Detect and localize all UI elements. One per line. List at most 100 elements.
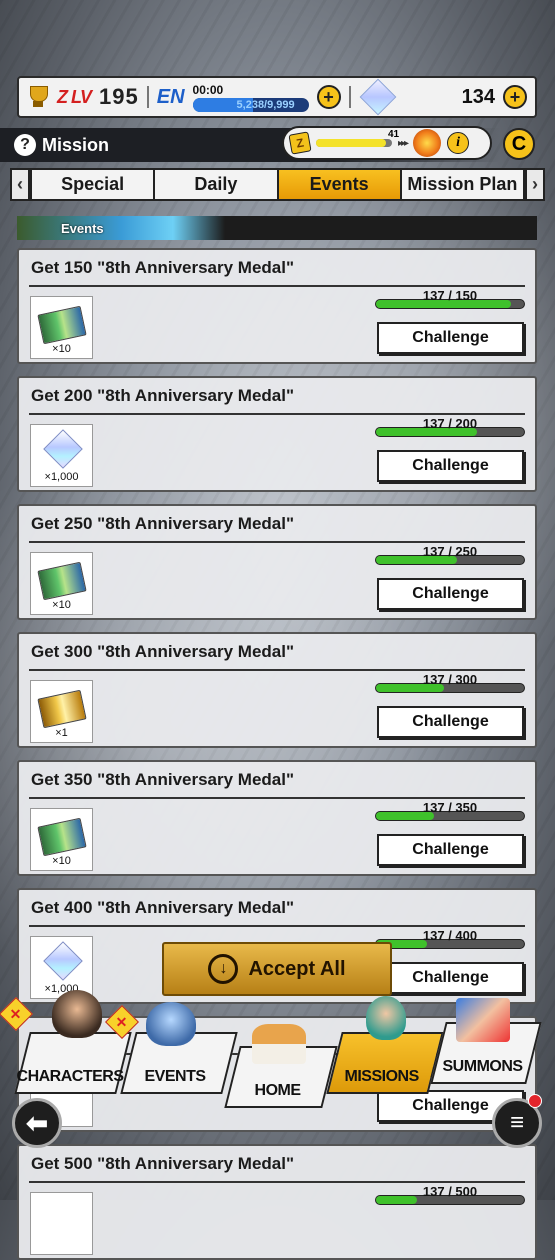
- house-icon: [252, 1024, 306, 1064]
- mission-card: Get 350 "8th Anniversary Medal" ×10 137 / …: [17, 760, 537, 876]
- divider: [29, 1181, 525, 1183]
- reward-quantity: ×1,000: [44, 471, 79, 483]
- player-level: 195: [99, 84, 139, 109]
- bulma-portrait: [366, 996, 406, 1040]
- summons-banner-art: [456, 998, 510, 1042]
- mission-title: Get 500 "8th Anniversary Medal": [31, 1154, 295, 1173]
- ticket-icon: [37, 817, 87, 857]
- level-prefix: Z LV: [57, 86, 92, 107]
- tab-mission-plan[interactable]: Mission Plan: [401, 168, 525, 201]
- reward-item[interactable]: [30, 1192, 93, 1255]
- mission-plan-progress: Z 41 ▸▸▸ i: [282, 126, 492, 160]
- accept-all-label: Accept All: [248, 957, 346, 980]
- tab-events[interactable]: Events: [278, 168, 402, 201]
- page-title: Mission: [42, 134, 110, 155]
- mission-progress-label: 137 / 500: [422, 1184, 478, 1199]
- mission-progress-label: 137 / 150: [422, 288, 478, 303]
- reward-item[interactable]: ×1,000: [30, 424, 93, 487]
- mission-title: Get 350 "8th Anniversary Medal": [31, 770, 295, 789]
- divider: [29, 413, 525, 415]
- zbar: [316, 139, 392, 147]
- divider: [29, 797, 525, 799]
- energy-label: EN: [156, 85, 185, 108]
- divider: [29, 925, 525, 927]
- reward-item[interactable]: ×1,000: [30, 936, 93, 999]
- status-bar: Z LV 195 EN 00:00 5,238/9,999 + 134 +: [17, 76, 537, 118]
- divider: [29, 541, 525, 543]
- nav-summons-label: SUMMONS: [442, 1058, 523, 1075]
- energy-bar: 5,238/9,999: [192, 97, 309, 112]
- mission-title: Get 250 "8th Anniversary Medal": [31, 514, 295, 533]
- crystal-icon: [43, 941, 83, 981]
- mission-progress-label: 137 / 350: [422, 800, 478, 815]
- trophy-icon[interactable]: [27, 85, 49, 109]
- help-icon[interactable]: ?: [14, 134, 36, 156]
- challenge-button[interactable]: Challenge: [377, 450, 524, 482]
- crystal-count: 134: [461, 85, 495, 108]
- energy-box: 00:00 5,238/9,999: [192, 82, 309, 112]
- add-energy-button[interactable]: +: [316, 85, 341, 109]
- mission-progress-label: 137 / 200: [422, 416, 478, 431]
- mission-progress-label: 137 / 250: [422, 544, 478, 559]
- zbar-value: 41: [388, 129, 400, 140]
- nav-missions-label: MISSIONS: [344, 1068, 419, 1085]
- crystal-icon: [43, 429, 83, 469]
- mission-title: Get 400 "8th Anniversary Medal": [31, 898, 295, 917]
- mission-card: Get 150 "8th Anniversary Medal" ×10 137 / …: [17, 248, 537, 364]
- mission-progress-label: 137 / 300: [422, 672, 478, 687]
- nav-characters-label: CHARACTERS: [16, 1068, 124, 1085]
- ticket-icon: [37, 305, 87, 345]
- nav-events-label: EVENTS: [144, 1068, 207, 1085]
- reward-item[interactable]: ×10: [30, 552, 93, 615]
- notification-dot: [528, 1094, 542, 1108]
- mission-progress-label: 137 / 400: [422, 928, 478, 943]
- challenge-button[interactable]: Challenge: [377, 834, 524, 866]
- reward-quantity: ×10: [52, 599, 71, 611]
- mission-card: Get 500 "8th Anniversary Medal" 137 / 500: [17, 1144, 537, 1260]
- download-icon: ↓: [208, 954, 239, 984]
- energy-timer: 00:00: [192, 82, 224, 97]
- divider: [29, 669, 525, 671]
- challenge-button[interactable]: Challenge: [377, 962, 524, 994]
- nav-home-label: HOME: [254, 1082, 301, 1099]
- nav-missions[interactable]: MISSIONS: [326, 1032, 444, 1094]
- energy-value: 5,238/9,999: [236, 98, 295, 111]
- challenge-button[interactable]: Challenge: [377, 578, 524, 610]
- challenge-button[interactable]: Challenge: [377, 706, 524, 738]
- z-icon: Z: [288, 131, 312, 155]
- tab-bar: ‹ Special Daily Events Mission Plan ›: [10, 168, 545, 201]
- add-crystal-button[interactable]: +: [503, 85, 527, 109]
- accept-all-button[interactable]: ↓ Accept All: [162, 942, 392, 996]
- crystal-icon: [359, 78, 396, 116]
- flame-reward-icon: [413, 129, 442, 157]
- mission-title: Get 300 "8th Anniversary Medal": [31, 642, 295, 661]
- info-button[interactable]: i: [447, 132, 470, 154]
- mission-card: Get 250 "8th Anniversary Medal" ×10 137 / …: [17, 504, 537, 620]
- tab-special[interactable]: Special: [30, 168, 156, 201]
- reward-item[interactable]: ×10: [30, 296, 93, 359]
- reward-item[interactable]: ×1: [30, 680, 93, 743]
- mission-card: Get 300 "8th Anniversary Medal" ×1 137 / 3…: [17, 632, 537, 748]
- section-banner: Events: [17, 216, 537, 240]
- nav-characters[interactable]: CHARACTERS: [14, 1032, 132, 1094]
- mission-card: Get 200 "8th Anniversary Medal" ×1,000 137…: [17, 376, 537, 492]
- refresh-button[interactable]: C: [503, 128, 535, 160]
- divider: [146, 86, 149, 108]
- mission-title: Get 200 "8th Anniversary Medal": [31, 386, 295, 405]
- goku-portrait: [52, 990, 102, 1038]
- divider: [29, 285, 525, 287]
- tab-right-arrow-icon[interactable]: ›: [525, 168, 545, 201]
- challenge-button[interactable]: Challenge: [377, 322, 524, 354]
- reward-quantity: ×1: [55, 727, 68, 739]
- ticket-icon: [37, 561, 87, 601]
- mission-title: Get 150 "8th Anniversary Medal": [31, 258, 295, 277]
- event-character-portrait: [146, 1002, 196, 1046]
- back-button[interactable]: ⬅: [12, 1098, 62, 1148]
- reward-quantity: ×10: [52, 855, 71, 867]
- arrows-icon: ▸▸▸: [398, 137, 409, 149]
- reward-item[interactable]: ×10: [30, 808, 93, 871]
- tab-left-arrow-icon[interactable]: ‹: [10, 168, 30, 201]
- divider: [348, 86, 351, 108]
- gold-ticket-icon: [37, 689, 87, 729]
- tab-daily[interactable]: Daily: [155, 168, 279, 201]
